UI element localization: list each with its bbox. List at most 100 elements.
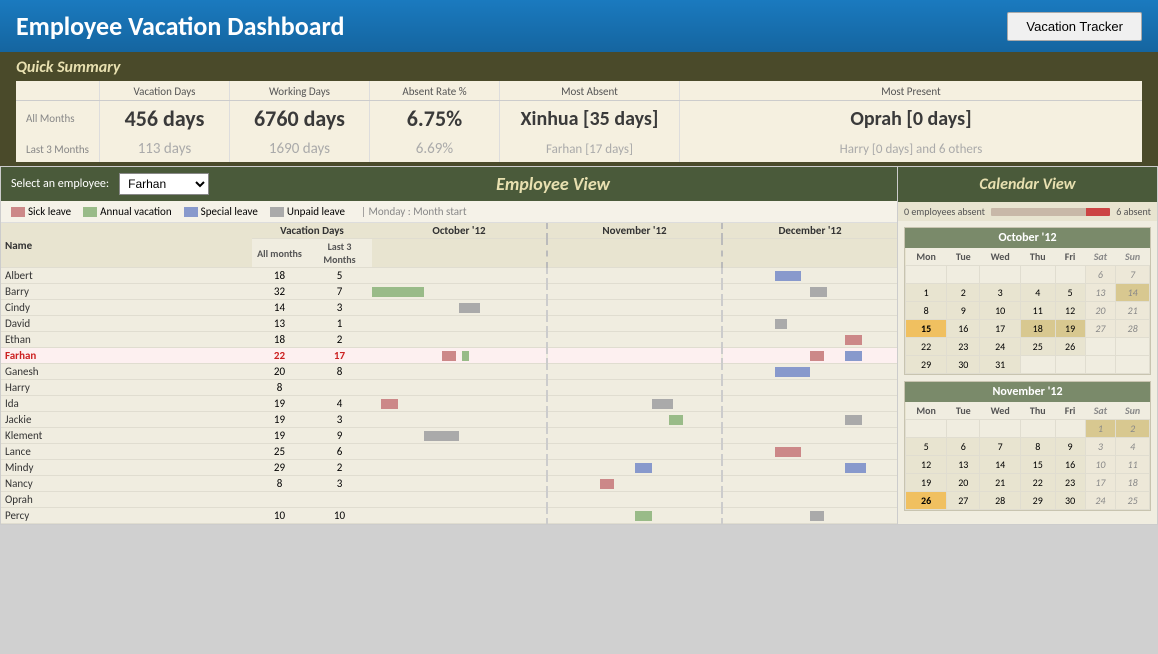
all-months-value: 8 <box>252 476 307 492</box>
absent-rate-all: 6.75% <box>369 101 499 137</box>
nov-week-2: 5 6 7 8 9 3 4 <box>906 438 1150 456</box>
gantt-bar <box>810 511 824 521</box>
all-months-value: 18 <box>252 268 307 284</box>
employee-name: Albert <box>1 268 252 284</box>
quick-summary-section: Quick Summary Vacation Days Working Days… <box>0 52 1158 166</box>
nov-week-5: 26 27 28 29 30 24 25 <box>906 492 1150 510</box>
cal-week-2: 1 2 3 4 5 13 14 <box>906 284 1150 302</box>
gantt-cell <box>722 396 897 412</box>
cal-day: 21 <box>980 474 1021 492</box>
employee-name: Klement <box>1 428 252 444</box>
last3-value: 7 <box>307 284 372 300</box>
legend-special-leave: Special leave <box>184 205 258 218</box>
gantt-cell <box>722 476 897 492</box>
col-header-working: Working Days <box>229 81 369 101</box>
gantt-cell <box>547 348 722 364</box>
gantt-cell <box>547 460 722 476</box>
quick-summary-title: Quick Summary <box>16 58 1142 77</box>
cal-day: 8 <box>906 302 947 320</box>
most-absent-last3: Farhan [17 days] <box>499 136 679 162</box>
cal-day: 29 <box>906 356 947 374</box>
employee-section-header: Select an employee: Farhan Employee View <box>1 167 897 201</box>
last3-value: 1 <box>307 316 372 332</box>
main-content: Select an employee: Farhan Employee View… <box>0 166 1158 525</box>
sun-header: Sun <box>1116 248 1150 266</box>
calendar-section: Calendar View 0 employees absent 6 absen… <box>898 166 1158 525</box>
all-months-value: 14 <box>252 300 307 316</box>
cal-day: 19 <box>1055 320 1085 338</box>
cal-day: 12 <box>1055 302 1085 320</box>
table-row: Farhan2217 <box>1 348 897 364</box>
cal-day: 9 <box>1055 438 1085 456</box>
gantt-cell <box>372 428 547 444</box>
employee-section: Select an employee: Farhan Employee View… <box>0 166 898 525</box>
employee-name: Harry <box>1 380 252 396</box>
employee-name: David <box>1 316 252 332</box>
last3-value: 3 <box>307 300 372 316</box>
last3-value: 6 <box>307 444 372 460</box>
gantt-cell <box>372 412 547 428</box>
vacation-days-last3: 113 days <box>99 136 229 162</box>
cal-day: 16 <box>947 320 980 338</box>
cal-week-5: 22 23 24 25 26 <box>906 338 1150 356</box>
all-months-subheader: All months <box>252 239 307 268</box>
employee-name: Cindy <box>1 300 252 316</box>
fri-header: Fri <box>1055 248 1085 266</box>
select-label: Select an employee: <box>11 177 109 191</box>
cal-day: 24 <box>1085 492 1116 510</box>
gantt-cell <box>722 364 897 380</box>
october-grid: Mon Tue Wed Thu Fri Sat Sun <box>905 248 1150 374</box>
last3-value: 17 <box>307 348 372 364</box>
last3-value: 4 <box>307 396 372 412</box>
cal-day: 19 <box>906 474 947 492</box>
all-months-value: 13 <box>252 316 307 332</box>
vacation-tracker-button[interactable]: Vacation Tracker <box>1007 12 1142 41</box>
legend-sick-leave: Sick leave <box>11 205 71 218</box>
mon-header: Mon <box>906 248 947 266</box>
gantt-cell <box>372 508 547 524</box>
gantt-bar <box>810 351 824 361</box>
employee-table: Name Vacation Days October '12 November … <box>1 223 897 524</box>
absent-rate-last3: 6.69% <box>369 136 499 162</box>
cal-day: 13 <box>947 456 980 474</box>
special-leave-label: Special leave <box>201 205 258 218</box>
table-row: Klement199 <box>1 428 897 444</box>
all-months-value: 10 <box>252 508 307 524</box>
gantt-cell <box>547 300 722 316</box>
november-title: November '12 <box>905 382 1150 402</box>
gantt-cell <box>722 380 897 396</box>
gantt-cell <box>372 268 547 284</box>
gantt-cell <box>722 284 897 300</box>
gantt-cell <box>372 348 547 364</box>
cal-day: 7 <box>1116 266 1150 284</box>
most-present-all: Oprah [0 days] <box>679 101 1142 137</box>
cal-day: 1 <box>906 284 947 302</box>
gantt-cell <box>547 268 722 284</box>
cal-day: 22 <box>1020 474 1055 492</box>
cal-day: 23 <box>1055 474 1085 492</box>
all-months-value: 19 <box>252 396 307 412</box>
cal-week-4: 15 16 17 18 19 27 28 <box>906 320 1150 338</box>
col-header-absent-rate: Absent Rate % <box>369 81 499 101</box>
cal-week-6: 29 30 31 <box>906 356 1150 374</box>
last3-value: 2 <box>307 460 372 476</box>
cal-day: 31 <box>980 356 1021 374</box>
cal-day: 29 <box>1020 492 1055 510</box>
gantt-cell <box>372 444 547 460</box>
thu-header: Thu <box>1020 402 1055 420</box>
table-row: Ganesh208 <box>1 364 897 380</box>
gantt-cell <box>722 268 897 284</box>
unpaid-leave-color-box <box>270 207 284 217</box>
col-header-most-present: Most Present <box>679 81 1142 101</box>
cal-day: 18 <box>1020 320 1055 338</box>
summary-table: Vacation Days Working Days Absent Rate %… <box>16 81 1142 162</box>
name-header: Name <box>1 223 252 268</box>
nov-week-4: 19 20 21 22 23 17 18 <box>906 474 1150 492</box>
employee-select[interactable]: Farhan <box>119 173 209 195</box>
last3-value: 2 <box>307 332 372 348</box>
gantt-bar <box>462 351 469 361</box>
employee-name: Nancy <box>1 476 252 492</box>
nov-week-1: 1 2 <box>906 420 1150 438</box>
nov-week-3: 12 13 14 15 16 10 11 <box>906 456 1150 474</box>
last3-value: 3 <box>307 412 372 428</box>
